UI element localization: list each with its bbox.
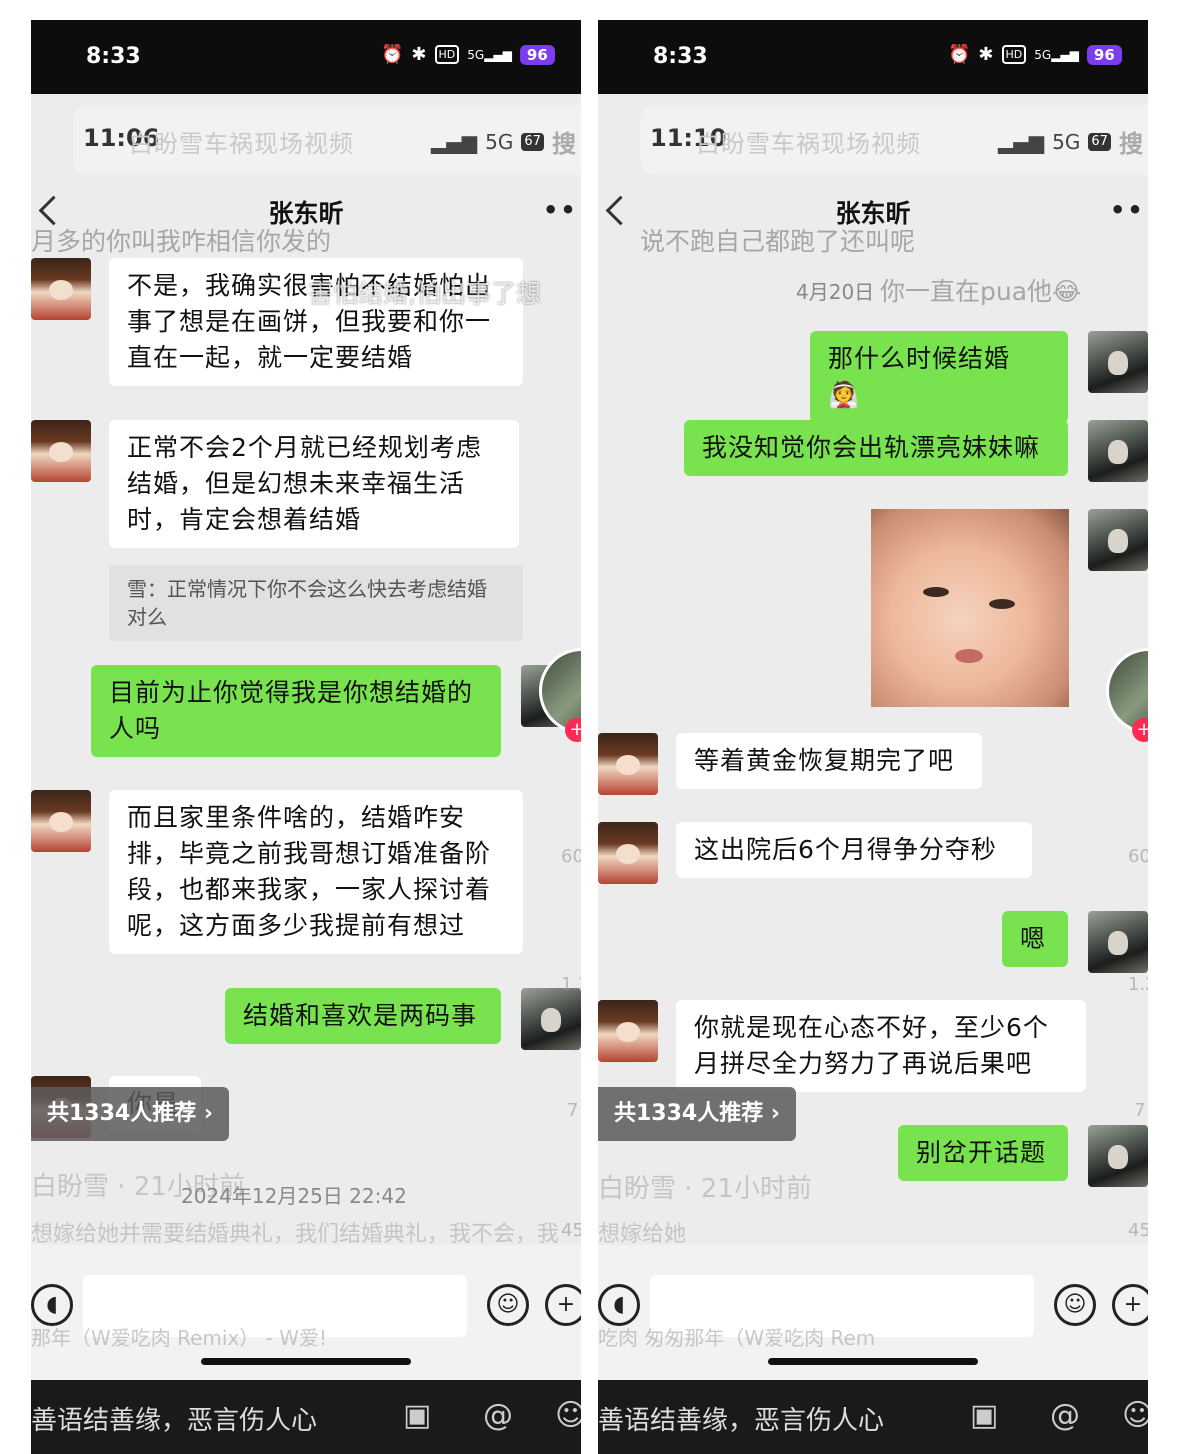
danmaku-comment: 你一直在pua他😂: [880, 277, 1082, 306]
emoji-icon[interactable]: ☺: [487, 1284, 529, 1326]
bluetooth-icon: ✱: [411, 44, 427, 65]
signal-icon: 5G▂▄▆: [467, 47, 512, 62]
contact-avatar[interactable]: [31, 420, 91, 482]
status-bar: 8:33 ⏰ ✱ HD 5G▂▄▆ 96: [31, 20, 581, 94]
my-avatar[interactable]: [1088, 420, 1148, 482]
outgoing-message: 那什么时候结婚 👰: [810, 331, 1068, 423]
recommend-pill[interactable]: 共1334人推荐 ›: [598, 1087, 796, 1141]
share-count: 45: [561, 1220, 581, 1241]
voice-icon[interactable]: ◖: [598, 1284, 640, 1326]
incoming-message: 而且家里条件啥的，结婚咋安排，毕竟之前我哥想订婚准备阶段，也都来我家，一家人探讨…: [109, 790, 523, 954]
favorite-count: 7: [567, 1100, 579, 1121]
my-avatar[interactable]: [521, 988, 581, 1050]
contact-avatar[interactable]: [31, 258, 91, 320]
search-button[interactable]: 搜: [1119, 124, 1143, 159]
share-count: 45: [1128, 1220, 1148, 1241]
bluetooth-icon: ✱: [978, 44, 994, 65]
contact-avatar[interactable]: [598, 733, 658, 795]
incoming-message: 这出院后6个月得争分夺秒: [676, 822, 1032, 878]
chat-date: 4月20日: [796, 280, 875, 304]
my-avatar[interactable]: [1088, 331, 1148, 393]
comment-input[interactable]: 善语结善缘，恶言伤人心: [31, 1400, 317, 1437]
comment-input[interactable]: 善语结善缘，恶言伤人心: [598, 1400, 884, 1437]
follow-plus-icon[interactable]: +: [1132, 718, 1148, 742]
image-icon[interactable]: ▣: [403, 1398, 431, 1433]
video-title: 白盼雪车祸现场视频: [129, 130, 354, 158]
danmaku-comment: 月多的你叫我咋相信你发的: [31, 227, 332, 256]
home-indicator: [768, 1358, 978, 1365]
outgoing-message: 我没知觉你会出轨漂亮妹妹嘛: [684, 420, 1068, 476]
plus-icon[interactable]: +: [545, 1284, 581, 1326]
my-avatar[interactable]: [1088, 509, 1148, 571]
incoming-message: 正常不会2个月就已经规划考虑结婚，但是幻想未来幸福生活时，肯定会想着结婚: [109, 420, 519, 548]
incoming-message: 等着黄金恢复期完了吧: [676, 733, 982, 789]
contact-avatar[interactable]: [31, 790, 91, 852]
inner-network: 5G: [485, 129, 514, 154]
inner-battery: 67: [521, 132, 544, 151]
at-icon[interactable]: @: [483, 1398, 513, 1433]
like-count: 60: [561, 846, 581, 867]
battery-badge: 96: [519, 44, 555, 65]
contact-avatar[interactable]: [598, 1000, 658, 1062]
ghost-comment: 想嫁给她: [598, 1222, 687, 1247]
more-icon[interactable]: •••: [1110, 196, 1148, 224]
danmaku-comment: 说不跑自己都跑了还叫呢: [640, 227, 916, 256]
inner-battery: 67: [1088, 132, 1111, 151]
outgoing-message: 嗯: [1002, 911, 1068, 967]
plus-icon[interactable]: +: [1112, 1284, 1148, 1326]
my-avatar[interactable]: [1088, 911, 1148, 973]
like-count: 60: [1128, 846, 1148, 867]
hd-icon: HD: [1001, 45, 1027, 64]
video-title: 白盼雪车祸现场视频: [696, 130, 921, 158]
danmaku-overlay: 害怕结婚,怕出事了想: [308, 279, 541, 308]
comment-count: 1.2: [1128, 974, 1148, 995]
emoji-icon[interactable]: ☺: [555, 1398, 581, 1433]
incoming-message: 你就是现在心态不好，至少6个月拼尽全力努力了再说后果吧: [676, 1000, 1086, 1092]
emoji-icon[interactable]: ☺: [1122, 1398, 1148, 1433]
inner-signal-icon: ▂▄▆: [998, 129, 1045, 154]
at-icon[interactable]: @: [1050, 1398, 1080, 1433]
bride-emoji: 👰: [828, 380, 861, 409]
quoted-message: 雪：正常情况下你不会这么快去考虑结婚对么: [109, 565, 523, 641]
music-ticker: 那年（W爱吃肉 Remix） - W爱!: [31, 1326, 328, 1350]
outgoing-message: 结婚和喜欢是两码事: [225, 988, 501, 1044]
inner-signal-icon: ▂▄▆: [431, 129, 478, 154]
search-button[interactable]: 搜: [552, 124, 576, 159]
comment-bar: 善语结善缘，恶言伤人心 ▣ @ ☺: [598, 1380, 1148, 1454]
ghost-comment: 想嫁给她并需要结婚典礼，我们结婚典礼，我不会，我: [31, 1222, 560, 1247]
screenshot-left: 8:33 ⏰ ✱ HD 5G▂▄▆ 96 11:06 白盼雪车祸现场视频 ▂▄▆…: [31, 20, 581, 1454]
my-avatar[interactable]: [1088, 1125, 1148, 1187]
inner-status: ▂▄▆ 5G 67 搜: [998, 124, 1143, 159]
status-icons: ⏰ ✱ HD 5G▂▄▆ 96: [948, 44, 1122, 65]
ghost-author: 白盼雪 · 21小时前: [598, 1174, 812, 1204]
emoji-icon[interactable]: ☺: [1054, 1284, 1096, 1326]
contact-avatar[interactable]: [598, 822, 658, 884]
chat-timestamp: 2024年12月25日 22:42: [181, 1184, 407, 1208]
comment-count: 1.2: [561, 974, 581, 995]
favorite-count: 7: [1134, 1100, 1146, 1121]
signal-icon: 5G▂▄▆: [1034, 47, 1079, 62]
alarm-icon: ⏰: [948, 44, 971, 65]
alarm-icon: ⏰: [381, 44, 404, 65]
inner-status: ▂▄▆ 5G 67 搜: [431, 124, 576, 159]
status-time: 8:33: [86, 44, 141, 69]
outgoing-message: 别岔开话题: [898, 1125, 1068, 1181]
image-icon[interactable]: ▣: [970, 1398, 998, 1433]
hd-icon: HD: [434, 45, 460, 64]
outgoing-message: 目前为止你觉得我是你想结婚的人吗: [91, 665, 501, 757]
battery-badge: 96: [1086, 44, 1122, 65]
inner-network: 5G: [1052, 129, 1081, 154]
recommend-pill[interactable]: 共1334人推荐 ›: [31, 1087, 229, 1141]
home-indicator: [201, 1358, 411, 1365]
baby-photo[interactable]: [871, 509, 1069, 707]
status-time: 8:33: [653, 44, 708, 69]
follow-plus-icon[interactable]: +: [565, 718, 581, 742]
music-ticker: 吃肉 匆匆那年（W爱吃肉 Rem: [598, 1326, 876, 1350]
more-icon[interactable]: •••: [543, 196, 581, 224]
voice-icon[interactable]: ◖: [31, 1284, 73, 1326]
status-bar: 8:33 ⏰ ✱ HD 5G▂▄▆ 96: [598, 20, 1148, 94]
screenshot-right: 8:33 ⏰ ✱ HD 5G▂▄▆ 96 11:10 白盼雪车祸现场视频 ▂▄▆…: [598, 20, 1148, 1454]
status-icons: ⏰ ✱ HD 5G▂▄▆ 96: [381, 44, 555, 65]
comment-bar: 善语结善缘，恶言伤人心 ▣ @ ☺: [31, 1380, 581, 1454]
